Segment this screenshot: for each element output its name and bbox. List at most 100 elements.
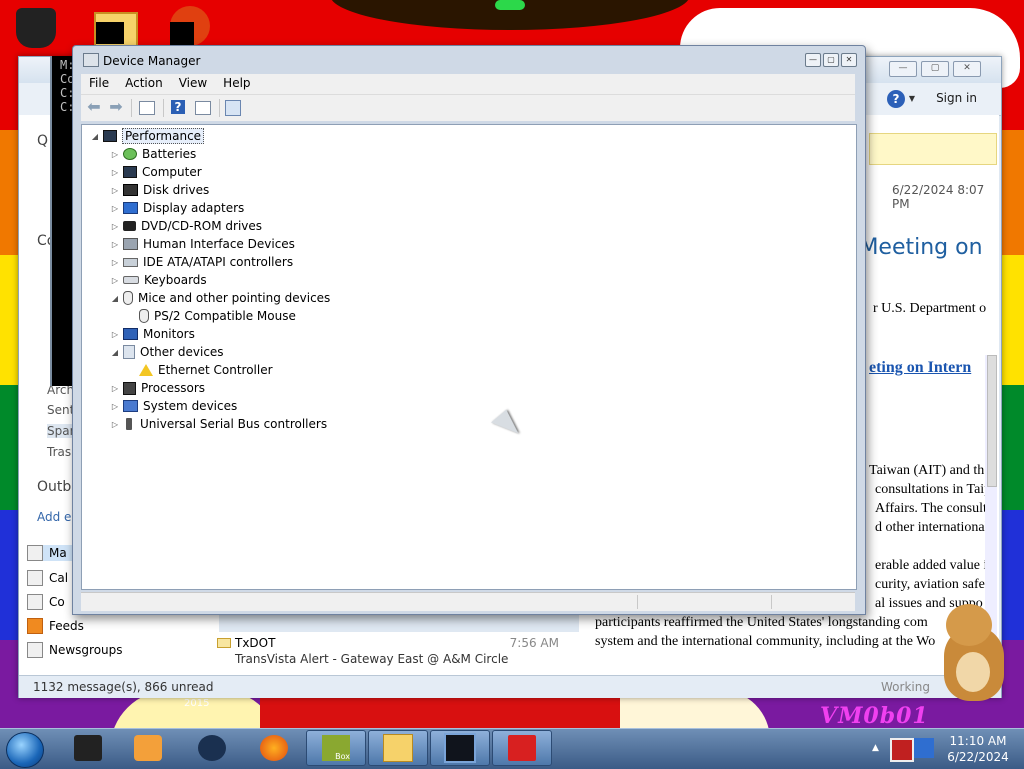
help-icon[interactable]: ?: [887, 90, 905, 108]
tree-category-node[interactable]: ▷ IDE ATA/ATAPI controllers: [110, 253, 293, 271]
tree-category-node[interactable]: ▷ Computer: [110, 163, 202, 181]
device-manager-titlebar[interactable]: Device Manager — ▢ ✕: [73, 46, 865, 72]
tree-category-node[interactable]: ▷ Human Interface Devices: [110, 235, 295, 253]
properties-icon[interactable]: [195, 101, 211, 115]
tree-category-node[interactable]: ▷ Universal Serial Bus controllers: [110, 415, 327, 433]
scan-hardware-icon[interactable]: [225, 100, 241, 116]
tree-category-node[interactable]: ▷ Disk drives: [110, 181, 209, 199]
tree-category-label: Processors: [141, 381, 206, 395]
clock[interactable]: 11:10 AM 6/22/2024: [936, 733, 1020, 765]
taskbar-console[interactable]: [430, 730, 490, 766]
maximize-icon[interactable]: ▢: [823, 53, 839, 67]
minimize-icon[interactable]: —: [805, 53, 821, 67]
taskbar-media-player[interactable]: [118, 730, 178, 766]
folder-fragment: Q: [37, 133, 49, 149]
close-icon[interactable]: ✕: [841, 53, 857, 67]
device-tree[interactable]: ◢ Performance ▷ Batteries ▷ Computer ▷ Disk dri…: [81, 124, 857, 590]
nav-newsgroups[interactable]: Newsgroups: [27, 642, 123, 658]
message-row[interactable]: TxDOT 7:56 AM TransVista Alert - Gateway…: [217, 632, 579, 675]
sign-in-button[interactable]: Sign in: [936, 91, 977, 105]
forward-arrow-icon[interactable]: ➡: [107, 99, 125, 115]
message-sender: TxDOT: [235, 636, 276, 650]
expand-arrow-icon[interactable]: ▷: [110, 276, 120, 285]
status-divider: [637, 595, 638, 609]
show-hidden-icons-icon[interactable]: ▲: [872, 743, 879, 753]
computer-icon: [103, 130, 117, 142]
nav-calendar[interactable]: Cal: [27, 570, 68, 586]
minimize-icon[interactable]: —: [889, 61, 917, 77]
nav-calendar-label: Cal: [49, 571, 69, 585]
tree-category-node[interactable]: ▷ DVD/CD-ROM drives: [110, 217, 262, 235]
display-adapter-icon: [123, 202, 138, 214]
back-arrow-icon[interactable]: ⬅: [85, 99, 103, 115]
taskbar: Box ▲ 11:10 AM 6/22/2024: [0, 728, 1024, 769]
device-manager-window[interactable]: Device Manager — ▢ ✕ File Action View He…: [72, 45, 866, 615]
help-dropdown-icon[interactable]: ▼: [909, 94, 915, 103]
tree-category-node[interactable]: ▷ Processors: [110, 379, 205, 397]
expand-arrow-icon[interactable]: ▷: [110, 186, 120, 195]
menu-view[interactable]: View: [171, 74, 215, 94]
nav-contacts[interactable]: Co: [27, 594, 65, 610]
expand-arrow-icon[interactable]: ▷: [110, 150, 120, 159]
tree-category-node[interactable]: ▷ Keyboards: [110, 271, 207, 289]
clock-date: 6/22/2024: [947, 750, 1009, 764]
computer-icon: [123, 166, 137, 178]
menu-bar: File Action View Help: [81, 74, 855, 94]
collapse-arrow-icon[interactable]: ◢: [110, 294, 120, 303]
toolbar-separator: [219, 99, 220, 117]
collapse-arrow-icon[interactable]: ◢: [110, 348, 120, 357]
menu-help[interactable]: Help: [215, 74, 258, 94]
expand-arrow-icon[interactable]: ▷: [110, 168, 120, 177]
expand-arrow-icon[interactable]: ▷: [110, 420, 120, 429]
add-account-link[interactable]: Add e: [37, 510, 71, 524]
close-icon[interactable]: ✕: [953, 61, 981, 77]
expand-arrow-icon[interactable]: ▷: [110, 330, 120, 339]
taskbar-box-app[interactable]: Box: [306, 730, 366, 766]
menu-file[interactable]: File: [81, 74, 117, 94]
tree-category-label: Other devices: [140, 345, 224, 359]
network-icon[interactable]: [914, 738, 934, 758]
tree-category-label: Keyboards: [144, 273, 207, 287]
expand-arrow-icon[interactable]: ▷: [110, 240, 120, 249]
taskbar-app-1[interactable]: [58, 730, 118, 766]
expand-arrow-icon[interactable]: ▷: [110, 258, 120, 267]
body-line: consultations in Taip: [875, 482, 992, 497]
show-hide-console-tree-icon[interactable]: [139, 101, 155, 115]
taskbar-mail[interactable]: [368, 730, 428, 766]
mouse-icon: [123, 291, 133, 305]
tree-root-node[interactable]: ◢ Performance: [90, 127, 205, 145]
warning-icon: [139, 364, 153, 376]
firefox-icon: [260, 735, 288, 761]
mail-status-bar: 1132 message(s), 866 unread Working: [19, 675, 1001, 698]
mail-window-controls: — ▢ ✕: [889, 61, 981, 77]
tree-category-node[interactable]: ▷ Batteries: [110, 145, 196, 163]
tray-app-icon[interactable]: [890, 738, 914, 762]
body-link[interactable]: eting on Intern: [869, 359, 971, 377]
menu-action[interactable]: Action: [117, 74, 171, 94]
tree-category-node[interactable]: ▷ Monitors: [110, 325, 195, 343]
box-hamster-icon: Box: [322, 735, 350, 761]
desktop-recycle-bin-icon[interactable]: [16, 8, 56, 48]
collapse-arrow-icon[interactable]: ◢: [90, 132, 100, 141]
tree-category-node[interactable]: ◢ Other devices: [110, 343, 224, 361]
toolbox-icon: [508, 735, 536, 761]
help-icon[interactable]: ?: [171, 100, 185, 114]
expand-arrow-icon[interactable]: ▷: [110, 204, 120, 213]
info-bar[interactable]: [869, 133, 997, 165]
expand-arrow-icon[interactable]: ▷: [110, 384, 120, 393]
tree-category-node[interactable]: ◢ Mice and other pointing devices: [110, 289, 330, 307]
expand-arrow-icon[interactable]: ▷: [110, 222, 120, 231]
tree-category-node[interactable]: ▷ Display adapters: [110, 199, 244, 217]
wallpaper-dark-blob: [330, 0, 690, 30]
taskbar-device-manager[interactable]: [492, 730, 552, 766]
start-button[interactable]: [6, 732, 44, 768]
tree-category-node[interactable]: ▷ System devices: [110, 397, 237, 415]
taskbar-thunderbird[interactable]: [182, 730, 242, 766]
maximize-icon[interactable]: ▢: [921, 61, 949, 77]
nav-feeds[interactable]: Feeds: [27, 618, 84, 634]
tree-device-node[interactable]: Ethernet Controller: [136, 361, 273, 379]
folder-sent[interactable]: Sent: [47, 403, 74, 417]
expand-arrow-icon[interactable]: ▷: [110, 402, 120, 411]
taskbar-firefox[interactable]: [244, 730, 304, 766]
tree-device-node[interactable]: PS/2 Compatible Mouse: [136, 307, 296, 325]
